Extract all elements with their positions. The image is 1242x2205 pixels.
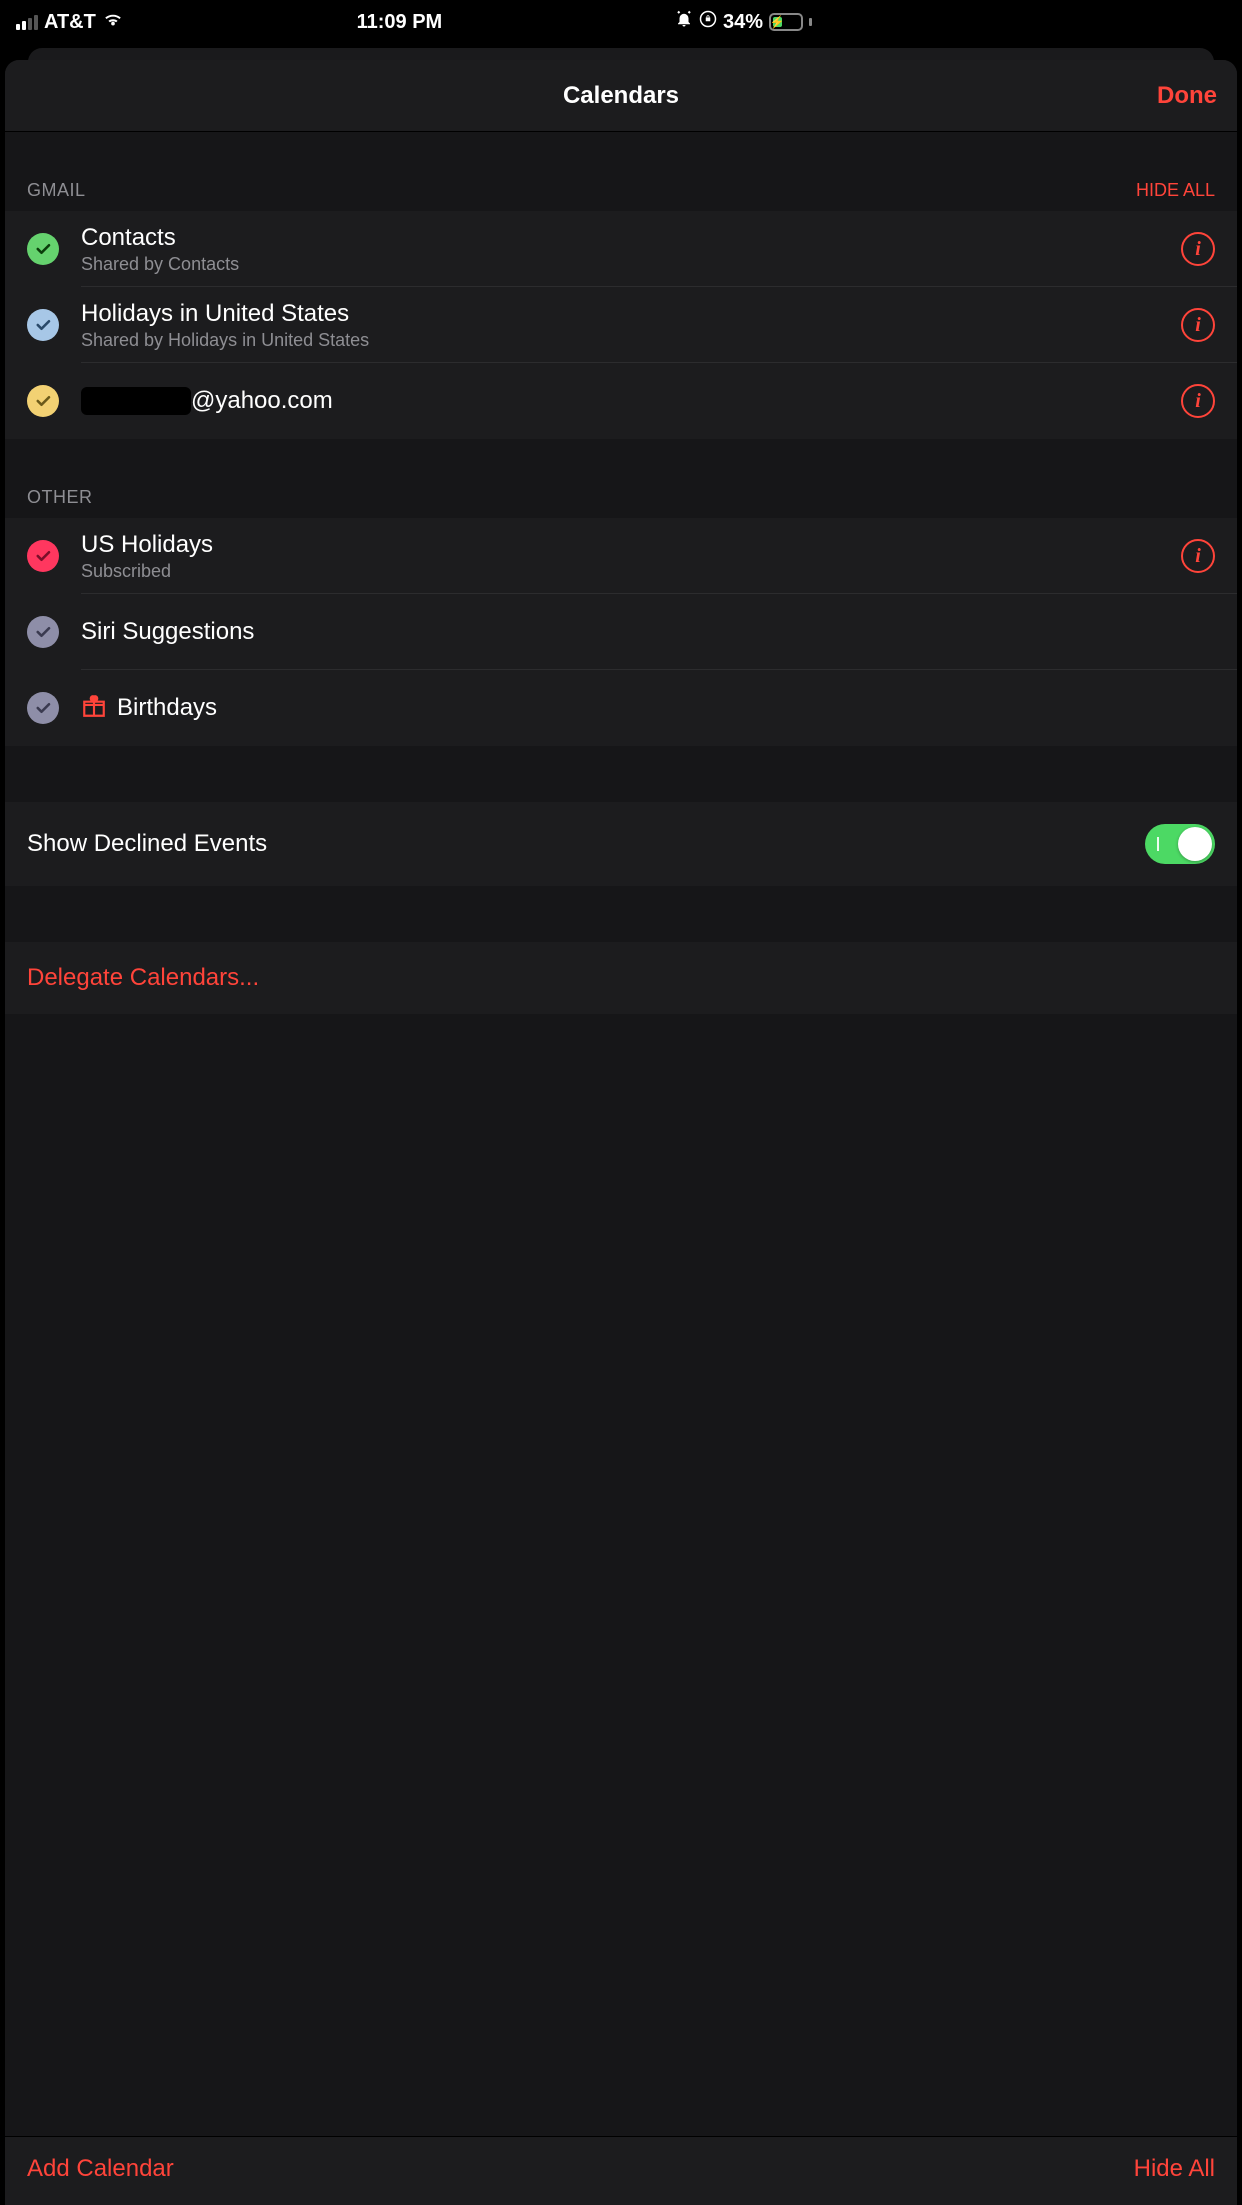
- calendar-row[interactable]: Birthdays: [5, 670, 1237, 746]
- delegate-calendars-label: Delegate Calendars...: [27, 964, 259, 992]
- add-calendar-button[interactable]: Add Calendar: [27, 2155, 174, 2183]
- page-title: Calendars: [563, 82, 679, 110]
- gift-icon: [81, 693, 107, 724]
- alarm-icon: [675, 10, 693, 34]
- calendar-check-icon[interactable]: [27, 309, 59, 341]
- done-button[interactable]: Done: [1157, 82, 1217, 110]
- calendar-title: @yahoo.com: [81, 387, 333, 416]
- calendar-check-icon[interactable]: [27, 385, 59, 417]
- calendar-subtitle: Shared by Holidays in United States: [81, 330, 369, 351]
- charging-bolt-icon: ⚡: [770, 16, 785, 28]
- sheet-header: Calendars Done: [5, 60, 1237, 132]
- calendar-title: US Holidays: [81, 531, 213, 559]
- other-calendar-list: US HolidaysSubscribediSiri SuggestionsBi…: [5, 518, 1237, 746]
- bottom-toolbar: Add Calendar Hide All: [5, 2136, 1237, 2205]
- calendar-row-text: Siri Suggestions: [81, 618, 1215, 646]
- calendar-title: Holidays in United States: [81, 300, 369, 328]
- wifi-icon: [102, 10, 124, 34]
- calendar-title: Siri Suggestions: [81, 618, 254, 646]
- signal-icon: [16, 15, 38, 30]
- calendar-row-text: Birthdays: [81, 693, 1215, 724]
- status-left: AT&T: [16, 10, 124, 34]
- calendar-info-button[interactable]: i: [1181, 539, 1215, 573]
- calendar-row[interactable]: Holidays in United StatesShared by Holid…: [5, 287, 1237, 363]
- calendar-info-button[interactable]: i: [1181, 232, 1215, 266]
- calendar-check-icon[interactable]: [27, 692, 59, 724]
- battery-percent: 34%: [723, 11, 763, 34]
- show-declined-row: Show Declined Events: [5, 802, 1237, 886]
- battery-cap-icon: [809, 18, 812, 26]
- orientation-lock-icon: [699, 10, 717, 34]
- section-header-other: OTHER: [5, 439, 1237, 518]
- calendar-info-button[interactable]: i: [1181, 384, 1215, 418]
- hide-all-gmail-button[interactable]: HIDE ALL: [1136, 180, 1215, 201]
- calendar-subtitle: Shared by Contacts: [81, 254, 239, 275]
- section-label-gmail: GMAIL: [27, 180, 86, 201]
- show-declined-label: Show Declined Events: [27, 830, 267, 858]
- calendar-row-text: @yahoo.com: [81, 387, 1181, 416]
- hide-all-button[interactable]: Hide All: [1134, 2155, 1215, 2183]
- calendar-title: Birthdays: [117, 694, 217, 722]
- status-right: 34% ⚡: [675, 10, 812, 34]
- calendar-check-icon[interactable]: [27, 616, 59, 648]
- calendar-check-icon[interactable]: [27, 540, 59, 572]
- calendar-row[interactable]: @yahoo.com i: [5, 363, 1237, 439]
- calendar-row-text: US HolidaysSubscribed: [81, 531, 1181, 582]
- calendar-row[interactable]: US HolidaysSubscribedi: [5, 518, 1237, 594]
- content-scroll[interactable]: GMAIL HIDE ALL ContactsShared by Contact…: [5, 132, 1237, 2136]
- section-header-gmail: GMAIL HIDE ALL: [5, 132, 1237, 211]
- calendar-check-icon[interactable]: [27, 233, 59, 265]
- calendar-title: Contacts: [81, 224, 239, 252]
- carrier-label: AT&T: [44, 11, 96, 34]
- section-label-other: OTHER: [27, 487, 93, 508]
- battery-icon: ⚡: [769, 13, 803, 31]
- calendar-row-text: ContactsShared by Contacts: [81, 224, 1181, 275]
- gmail-calendar-list: ContactsShared by ContactsiHolidays in U…: [5, 211, 1237, 439]
- status-bar: AT&T 11:09 PM 34% ⚡: [0, 0, 828, 44]
- show-declined-toggle[interactable]: [1145, 824, 1215, 864]
- redacted-text: [81, 387, 191, 415]
- calendar-row[interactable]: ContactsShared by Contactsi: [5, 211, 1237, 287]
- delegate-calendars-button[interactable]: Delegate Calendars...: [5, 942, 1237, 1014]
- calendar-info-button[interactable]: i: [1181, 308, 1215, 342]
- calendar-row-text: Holidays in United StatesShared by Holid…: [81, 300, 1181, 351]
- calendar-subtitle: Subscribed: [81, 561, 213, 582]
- calendars-sheet: Calendars Done GMAIL HIDE ALL ContactsSh…: [5, 60, 1237, 2205]
- calendar-row[interactable]: Siri Suggestions: [5, 594, 1237, 670]
- status-time: 11:09 PM: [357, 11, 443, 34]
